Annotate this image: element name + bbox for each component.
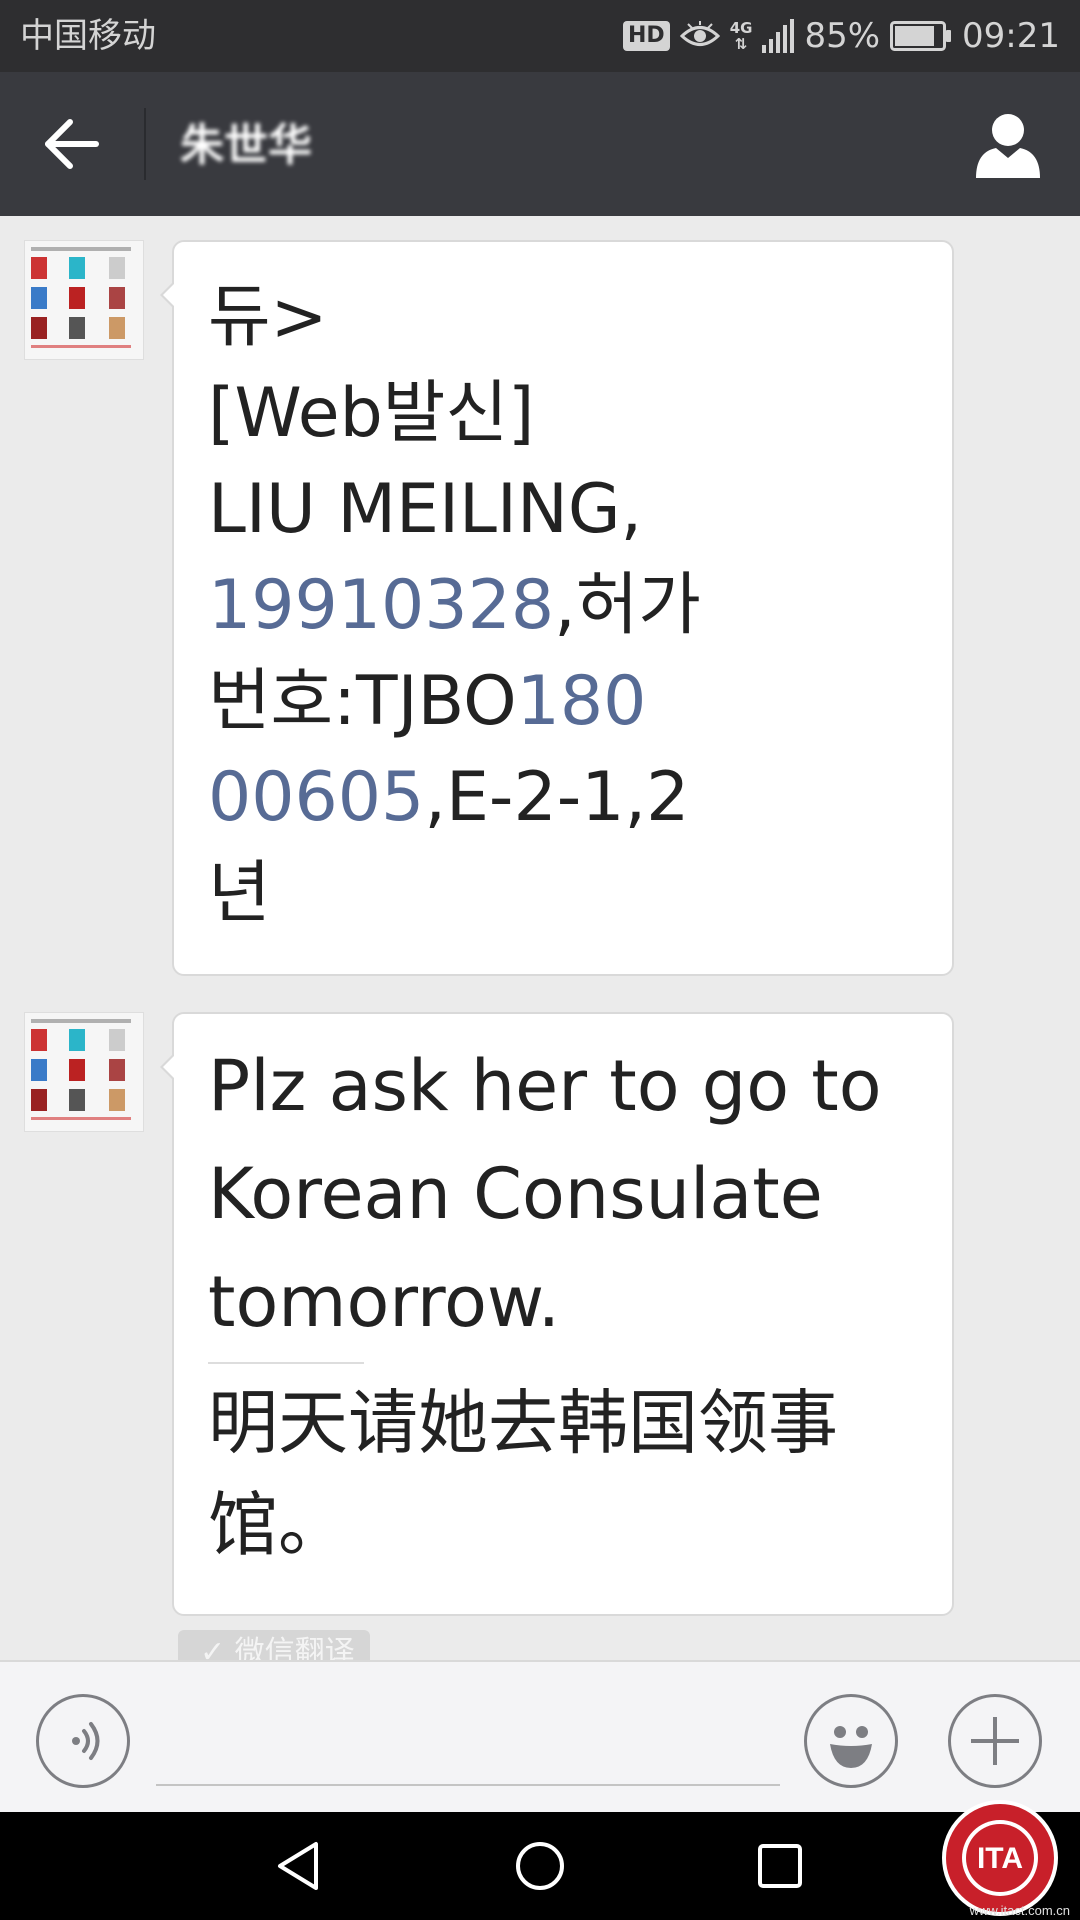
contact-avatar[interactable] [24,1012,144,1132]
plus-icon [971,1717,1019,1765]
carrier-name: 中国移动 [20,16,156,56]
message-input[interactable] [156,1702,780,1786]
message-line: LIU MEILING, [208,462,922,558]
emoji-button[interactable] [804,1694,898,1788]
message-line: Korean Consulate [208,1153,823,1235]
voice-icon [72,1722,100,1760]
hd-badge: HD [623,21,670,51]
status-bar: 中国移动 HD 4G ⇅ 85% 09:21 [0,0,1080,72]
circle-home-icon[interactable] [510,1836,570,1896]
network-type: 4G ⇅ [730,20,753,52]
message-line: [Web발신] [208,366,922,462]
phone-number-link[interactable]: 19910328 [208,566,554,645]
svg-text:ITA: ITA [977,1842,1023,1875]
data-arrows-icon: ⇅ [734,35,748,53]
person-icon[interactable] [972,108,1044,180]
square-recent-icon[interactable] [750,1836,810,1896]
header-divider [144,108,146,180]
contact-avatar[interactable] [24,240,144,360]
message-text: 년 [208,854,271,933]
message-line: 00605,E-2-1,2 [208,750,922,846]
system-navigation-bar [0,1812,1080,1920]
message-text: 듀> [208,278,328,357]
message-bubble[interactable]: Plz ask her to go to Korean Consulate to… [160,1012,954,1616]
message-text: ,E-2-1,2 [424,758,690,837]
status-indicators: HD 4G ⇅ 85% 09:21 [623,12,1060,60]
clock: 09:21 [962,16,1060,56]
chat-title: 朱世华 [180,120,312,171]
message-text: 번호:TJBO [208,662,517,741]
message-line: 번호:TJBO180 [208,654,922,750]
message-text: ,허가 [554,566,701,645]
voice-button[interactable] [36,1694,130,1788]
message-line: 듀> [208,270,922,366]
message-text: [Web발신] [208,374,535,453]
more-actions-button[interactable] [948,1694,1042,1788]
chat-message-list[interactable]: 듀> [Web발신] LIU MEILING, 19910328,허가 번호:T… [0,216,1080,1660]
eye-comfort-icon [679,21,720,46]
chat-header: 朱世华 [0,72,1080,216]
message-line: Plz ask her to go to [208,1045,882,1127]
message-line: 년 [208,846,922,942]
message-line: 19910328,허가 [208,558,922,654]
phone-number-link[interactable]: 180 [517,662,647,741]
triangle-back-icon[interactable] [270,1836,330,1896]
translation-divider [208,1362,364,1364]
message-line: tomorrow. [208,1261,560,1343]
battery-percent: 85% [804,16,881,56]
message-text: LIU MEILING, [208,470,643,549]
phone-number-link[interactable]: 00605 [208,758,424,837]
wechat-translate-tag[interactable]: ✓ 微信翻译 [178,1630,370,1660]
signal-icon [762,19,795,53]
translation-line: 馆。 [208,1484,348,1566]
ita-watermark-logo: ITA [942,1800,1058,1916]
emoji-icon [830,1726,872,1768]
watermark-url: www.itact.com.cn [969,1903,1070,1918]
arrow-left-icon[interactable] [40,112,104,176]
network-label: 4G [729,19,753,37]
translation-line: 明天请她去韩国领事 [208,1382,838,1464]
chat-input-bar [0,1660,1080,1812]
battery-icon [890,21,952,51]
message-bubble[interactable]: 듀> [Web발신] LIU MEILING, 19910328,허가 번호:T… [160,240,954,976]
